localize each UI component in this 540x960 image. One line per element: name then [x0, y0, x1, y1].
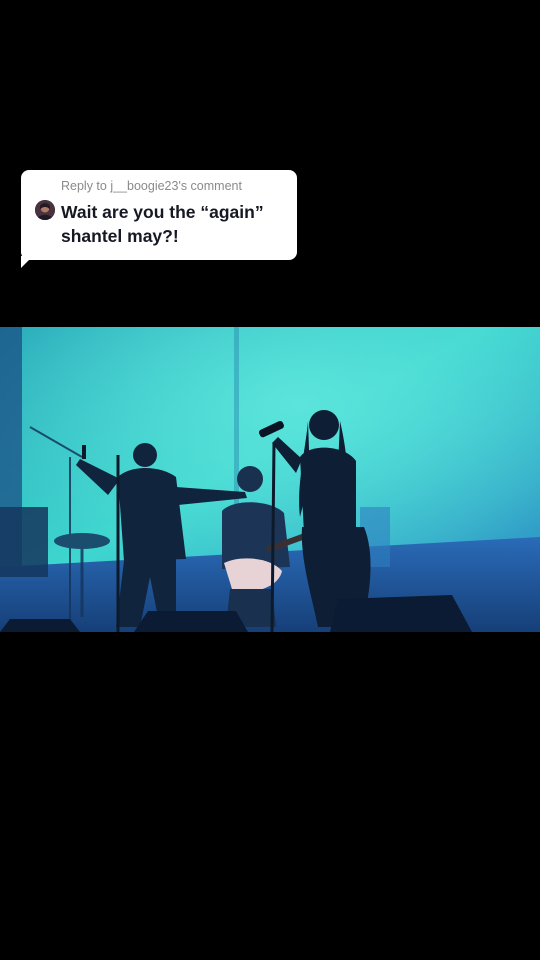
reply-header: Reply to j__boogie23's comment [61, 179, 242, 193]
concert-video-frame[interactable] [0, 327, 540, 632]
reply-comment-sticker[interactable]: Reply to j__boogie23's comment Wait are … [21, 170, 297, 260]
commenter-avatar-icon [35, 200, 55, 220]
concert-stage-image [0, 327, 540, 632]
reply-comment-text: Wait are you the “again” shantel may?! [61, 202, 264, 246]
